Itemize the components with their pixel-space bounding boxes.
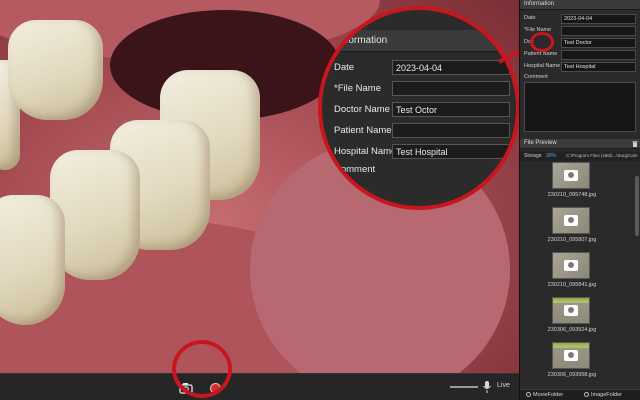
file-thumbnail[interactable] — [552, 162, 590, 189]
radio-icon — [584, 392, 589, 397]
magnifier-callout: nformation Date 2023-04-04 *File Name Do… — [318, 6, 520, 210]
doctor-name-field[interactable]: Test Octor — [392, 102, 510, 117]
movie-folder-tab[interactable]: MovieFolder — [526, 392, 563, 398]
magnified-info-title: nformation — [340, 35, 388, 46]
storage-percent: 30% — [546, 153, 557, 159]
file-name-input[interactable] — [561, 26, 636, 36]
field-label: Date — [524, 15, 536, 21]
toolbar-highlight-circle — [172, 340, 232, 398]
information-title: Information — [524, 1, 555, 7]
file-item[interactable]: 230306_093958.jpg — [536, 342, 608, 388]
folder-tabs: MovieFolder ImageFolder — [520, 389, 640, 400]
camera-icon — [564, 350, 578, 361]
field-label: *File Name — [334, 83, 381, 94]
file-list[interactable]: 230210_095748.jpg 230210_095807.jpg 230210… — [520, 162, 632, 388]
information-header: Information — [520, 0, 640, 10]
file-name-label: 230210_095807.jpg — [547, 237, 597, 243]
field-label: Hospital Name — [334, 146, 397, 157]
callout-pointer-ring — [530, 32, 554, 52]
magnified-row-comment: Comment — [334, 162, 516, 179]
tooth — [0, 195, 65, 325]
date-field[interactable]: 2023-04-04 — [392, 60, 510, 75]
info-row-date: Date 2023-04-04 — [520, 14, 640, 24]
bottom-toolbar: Live — [0, 373, 519, 400]
file-name-label: 230306_093958.jpg — [547, 372, 597, 378]
file-item[interactable]: 230210_095748.jpg — [536, 162, 608, 208]
magnified-info-panel: nformation Date 2023-04-04 *File Name Do… — [322, 10, 516, 206]
file-thumbnail[interactable] — [552, 207, 590, 234]
microphone-icon[interactable] — [482, 380, 492, 394]
file-item[interactable]: 230210_095841.jpg — [536, 252, 608, 298]
magnified-row-file-name: *File Name — [334, 81, 516, 98]
field-label: Comment — [334, 164, 376, 175]
field-label: Hospital Name — [524, 63, 561, 69]
doctor-name-input[interactable]: Test Doctor — [561, 38, 636, 48]
camera-icon — [564, 215, 578, 226]
file-preview-header: File Preview — [520, 139, 640, 149]
camera-icon — [564, 170, 578, 181]
file-item[interactable]: 230210_095807.jpg — [536, 207, 608, 253]
field-label: Date — [334, 62, 355, 73]
right-panel: Information Date 2023-04-04 *File Name D… — [519, 0, 640, 400]
hospital-name-field[interactable]: Test Hospital — [392, 144, 510, 159]
radio-icon — [526, 392, 531, 397]
comment-textarea[interactable] — [524, 82, 636, 132]
field-label: Doctor Name — [334, 104, 390, 115]
field-label: Comment — [524, 74, 548, 80]
info-row-hospital: Hospital Name Test Hospital — [520, 62, 640, 72]
magnified-info-header: nformation — [322, 30, 516, 52]
file-preview-title: File Preview — [524, 140, 557, 146]
file-item[interactable]: 230306_093924.jpg — [536, 297, 608, 343]
file-thumbnail[interactable] — [552, 342, 590, 369]
storage-label: Storage — [524, 153, 542, 159]
file-thumbnail[interactable] — [552, 252, 590, 279]
file-name-label: 230210_095748.jpg — [547, 192, 597, 198]
patient-name-input[interactable] — [561, 50, 636, 60]
patient-name-field[interactable] — [392, 123, 510, 138]
storage-row: Storage 30% C:\Program Files (x86)\...\S… — [520, 152, 640, 161]
storage-path[interactable]: C:\Program Files (x86)\...\SurgiCam — [566, 153, 639, 158]
date-input[interactable]: 2023-04-04 — [561, 14, 636, 24]
magnified-row-date: Date 2023-04-04 — [334, 60, 516, 77]
camera-icon — [564, 260, 578, 271]
file-thumbnail[interactable] — [552, 297, 590, 324]
tooth — [8, 20, 103, 120]
image-folder-tab[interactable]: ImageFolder — [584, 392, 622, 398]
magnified-row-doctor-name: Doctor Name Test Octor — [334, 102, 516, 119]
camera-icon — [564, 305, 578, 316]
live-label: Live — [497, 382, 510, 389]
file-name-field[interactable] — [392, 81, 510, 96]
file-name-label: 230210_095841.jpg — [547, 282, 597, 288]
trash-icon[interactable] — [632, 141, 638, 147]
magnified-row-patient-name: Patient Name — [334, 123, 516, 140]
file-list-scrollbar[interactable] — [635, 176, 639, 236]
file-name-label: 230306_093924.jpg — [547, 327, 597, 333]
movie-folder-label: MovieFolder — [533, 392, 564, 398]
image-folder-label: ImageFolder — [591, 392, 622, 398]
magnified-row-hospital-name: Hospital Name Test Hospital — [334, 144, 516, 161]
app-window: Live nformation Date 2023-04-04 *File Na… — [0, 0, 640, 400]
hospital-name-input[interactable]: Test Hospital — [561, 62, 636, 72]
field-label: Patient Name — [334, 125, 392, 136]
zoom-slider[interactable] — [450, 386, 478, 388]
